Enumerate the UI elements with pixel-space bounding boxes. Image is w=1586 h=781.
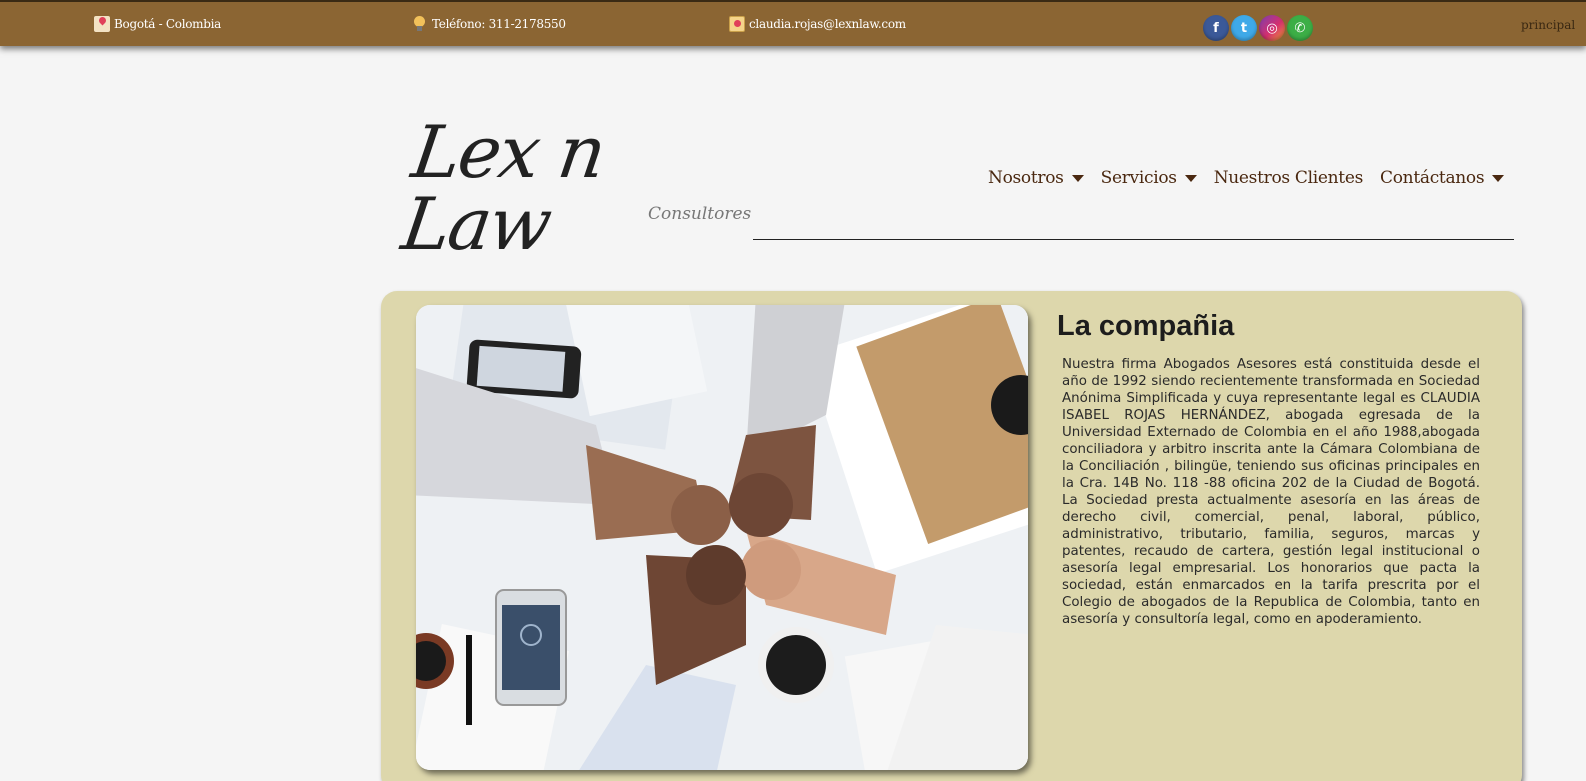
nav-item-servicios[interactable]: Servicios (1101, 168, 1197, 188)
phone-info: Teléfono: 311-2178550 (412, 16, 566, 32)
principal-link[interactable]: principal (1521, 18, 1575, 32)
main-nav: Nosotros Servicios Nuestros Clientes Con… (988, 168, 1505, 188)
brand-logo[interactable]: Lex n Law Consultores (397, 110, 751, 266)
lightbulb-icon (412, 16, 428, 32)
nav-label: Contáctanos (1380, 168, 1485, 188)
facebook-icon[interactable]: f (1203, 15, 1229, 41)
logo-wordmark: Lex n Law (397, 110, 610, 266)
social-links: f t ◎ ✆ (1203, 15, 1313, 41)
instagram-icon[interactable]: ◎ (1259, 15, 1285, 41)
nav-label: Servicios (1100, 168, 1177, 188)
email-info[interactable]: claudia.rojas@lexnlaw.com (729, 16, 906, 32)
nav-item-nosotros[interactable]: Nosotros (988, 168, 1084, 188)
envelope-icon (729, 16, 745, 32)
nav-label: Nosotros (988, 168, 1064, 188)
team-fist-bump-photo (416, 305, 1028, 770)
location-text: Bogotá - Colombia (114, 17, 222, 31)
location-info: Bogotá - Colombia (94, 16, 221, 32)
nav-item-contactanos[interactable]: Contáctanos (1380, 168, 1505, 188)
top-bar: Bogotá - Colombia Teléfono: 311-2178550 … (0, 0, 1586, 46)
section-title: La compañia (1057, 310, 1235, 342)
email-link[interactable]: claudia.rojas@lexnlaw.com (749, 17, 906, 31)
nav-divider (753, 239, 1514, 240)
caret-down-icon (1492, 174, 1505, 182)
map-pin-icon (94, 16, 110, 32)
nav-label: Nuestros Clientes (1213, 168, 1364, 188)
caret-down-icon (1071, 174, 1084, 182)
photo-illustration (416, 305, 1028, 770)
nav-item-nuestros-clientes[interactable]: Nuestros Clientes (1213, 168, 1364, 188)
whatsapp-icon[interactable]: ✆ (1287, 15, 1313, 41)
section-body: Nuestra firma Abogados Asesores está con… (1062, 357, 1480, 627)
twitter-icon[interactable]: t (1231, 15, 1257, 41)
phone-text: Teléfono: 311-2178550 (432, 17, 566, 31)
logo-subtitle: Consultores (648, 204, 752, 224)
caret-down-icon (1184, 174, 1197, 182)
